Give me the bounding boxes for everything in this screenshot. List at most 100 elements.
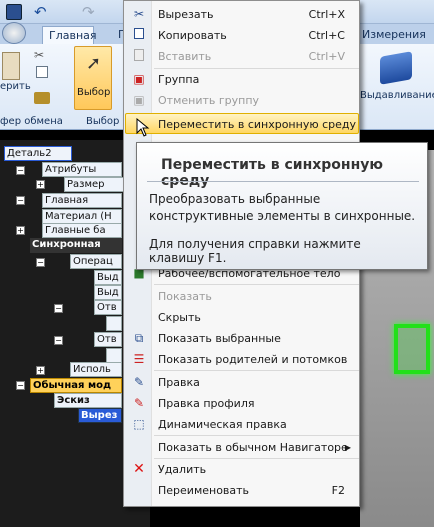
menu-item-edit-profile[interactable]: ✎ Правка профиля <box>125 393 359 414</box>
menu-item-shortcut: Ctrl+V <box>308 50 345 63</box>
expand-toggle[interactable]: − <box>16 381 25 390</box>
extrude-button-label[interactable]: Выдавливание <box>360 90 434 101</box>
menu-item-shortcut: Ctrl+C <box>308 29 345 42</box>
menu-item-label: Отменить группу <box>158 94 260 107</box>
select-button[interactable]: ➚ Выбор <box>74 46 112 110</box>
menu-item-label: Показать в обычном Навигаторе <box>158 441 348 454</box>
menu-item-label: Копировать <box>158 29 227 42</box>
parents-children-icon: ☰ <box>133 352 145 366</box>
tree-item[interactable]: Атрибуты <box>42 162 122 177</box>
group-icon: ▣ <box>133 72 145 86</box>
menu-item-show-in-navigator[interactable]: Показать в обычном Навигаторе ▶ <box>125 437 359 458</box>
redo-icon[interactable]: ↷ <box>82 4 98 20</box>
paste-icon <box>131 49 147 64</box>
menu-item-label: Показать родителей и потомков <box>158 353 348 366</box>
supertip: Переместить в синхронную среду Преобразо… <box>136 142 428 270</box>
paste-large-icon[interactable] <box>2 52 20 80</box>
select-button-label: Выбор <box>77 87 111 98</box>
tree-item[interactable]: Обычная мод <box>30 378 122 393</box>
tree-item[interactable] <box>106 348 122 363</box>
tree-item[interactable]: Материал (Н <box>42 209 122 224</box>
scissors-icon: ✂ <box>133 7 145 21</box>
menu-item-label: Скрыть <box>158 311 201 324</box>
menu-item-hide[interactable]: Скрыть <box>125 307 359 328</box>
edit-icon: ✎ <box>133 375 145 389</box>
menu-item-label: Показать выбранные <box>158 332 281 345</box>
menu-item-show-selected[interactable]: ⧉ Показать выбранные <box>125 328 359 349</box>
menu-item-label: Группа <box>158 73 200 86</box>
green-model-face[interactable] <box>394 324 430 374</box>
tab-home[interactable]: Главная <box>42 26 97 44</box>
menu-item-cut[interactable]: ✂ Вырезать Ctrl+X <box>125 4 359 25</box>
menu-item-paste[interactable]: Вставить Ctrl+V <box>125 46 359 67</box>
menu-item-show[interactable]: Показать <box>125 286 359 307</box>
delete-icon: ✕ <box>133 461 145 477</box>
tree-item[interactable]: Вырез <box>78 408 122 423</box>
menu-item-show-parents-children[interactable]: ☰ Показать родителей и потомков <box>125 349 359 370</box>
tree-item[interactable]: Отв <box>94 300 122 315</box>
format-painter-icon[interactable] <box>34 92 50 104</box>
tree-item[interactable]: Размер <box>64 177 124 192</box>
clipboard-group-label: фер обмена <box>0 116 63 127</box>
tooltip-description: Преобразовать выбранные конструктивные э… <box>149 192 416 223</box>
extrude-icon[interactable] <box>380 51 412 85</box>
save-icon[interactable] <box>6 4 22 20</box>
tree-item[interactable]: Исполь <box>70 362 122 377</box>
tree-item[interactable]: Главная <box>42 193 122 208</box>
menu-item-label: Правка профиля <box>158 397 255 410</box>
menu-item-delete[interactable]: ✕ Удалить <box>125 459 359 480</box>
menu-separator <box>154 370 359 371</box>
menu-item-label: Показать <box>158 290 212 303</box>
tree-item[interactable]: Эскиз <box>54 393 122 408</box>
tree-item[interactable]: Деталь2 <box>4 146 72 161</box>
expand-toggle[interactable]: − <box>16 196 25 205</box>
menu-item-shortcut: F2 <box>331 484 345 497</box>
expand-toggle[interactable]: + <box>16 226 25 235</box>
expand-toggle[interactable]: + <box>36 180 45 189</box>
show-selected-icon: ⧉ <box>134 331 144 345</box>
menu-item-shortcut: Ctrl+X <box>308 8 345 21</box>
tree-item[interactable]: Синхронная <box>30 238 122 253</box>
tab-measurements[interactable]: Измерения <box>356 26 430 44</box>
menu-item-move-to-synchronous[interactable]: Переместить в синхронную среду <box>125 113 359 134</box>
undo-icon[interactable]: ↶ <box>34 4 50 20</box>
menu-separator <box>154 284 359 285</box>
ungroup-icon: ▣ <box>133 93 145 107</box>
tree-item[interactable] <box>106 316 122 331</box>
tooltip-title: Переместить в синхронную среду <box>161 157 383 189</box>
menu-item-label: Вставить <box>158 50 212 63</box>
tooltip-help: Для получения справки нажмите клавишу F1… <box>149 237 361 265</box>
submenu-arrow-icon: ▶ <box>344 443 351 452</box>
application-button[interactable] <box>2 22 26 44</box>
tree-item[interactable]: Выд <box>94 270 122 285</box>
cut-small-icon[interactable]: ✂ <box>34 48 44 62</box>
edit-profile-icon: ✎ <box>133 396 145 410</box>
clipboard-button-label: ерить <box>0 81 31 92</box>
menu-item-group[interactable]: ▣ Группа <box>125 69 359 90</box>
menu-item-label: Удалить <box>158 463 207 476</box>
menu-item-label: Динамическая правка <box>158 418 287 431</box>
menu-item-label: Вырезать <box>158 8 214 21</box>
tree-item[interactable]: Отв <box>94 332 122 347</box>
menu-item-ungroup[interactable]: ▣ Отменить группу <box>125 90 359 111</box>
expand-toggle[interactable]: − <box>54 336 63 345</box>
expand-toggle[interactable]: − <box>36 258 45 267</box>
expand-toggle[interactable]: + <box>36 366 45 375</box>
mouse-cursor-icon <box>136 118 150 137</box>
expand-toggle[interactable]: − <box>16 166 25 175</box>
copy-small-icon[interactable] <box>36 66 48 78</box>
expand-toggle[interactable]: − <box>54 304 63 313</box>
tree-item[interactable]: Главные ба <box>42 223 122 238</box>
menu-item-label: Правка <box>158 376 200 389</box>
menu-item-rename[interactable]: Переименовать F2 <box>125 480 359 501</box>
tree-item[interactable]: Операц <box>70 254 122 269</box>
menu-item-copy[interactable]: Копировать Ctrl+C <box>125 25 359 46</box>
arrow-cursor-icon: ➚ <box>86 53 102 74</box>
dynamic-edit-icon: ⬚ <box>133 417 145 431</box>
menu-item-edit[interactable]: ✎ Правка <box>125 372 359 393</box>
menu-item-dynamic-edit[interactable]: ⬚ Динамическая правка <box>125 414 359 435</box>
menu-item-label: Переместить в синхронную среду <box>158 118 356 131</box>
menu-item-label: Переименовать <box>158 484 250 497</box>
copy-icon <box>131 28 147 43</box>
tree-item[interactable]: Выд <box>94 285 122 300</box>
